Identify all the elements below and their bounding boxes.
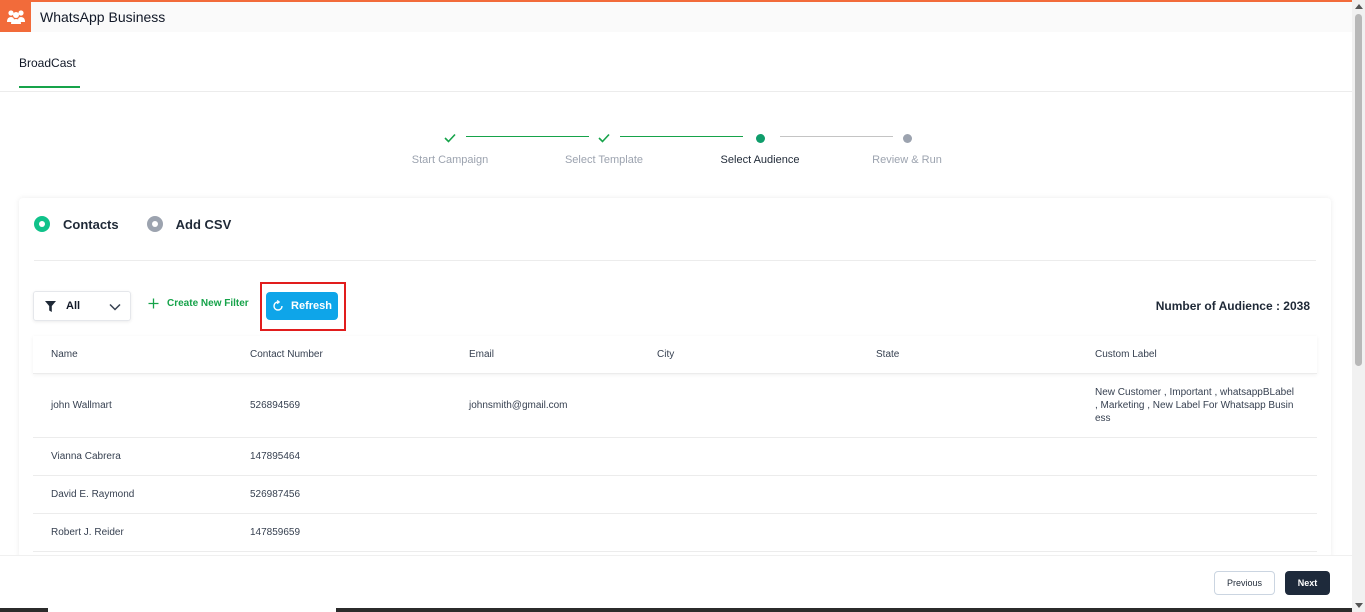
cell-contact-number: 147859659: [250, 527, 301, 538]
radio-contacts[interactable]: [34, 216, 50, 232]
step-label-select-template: Select Template: [564, 154, 644, 166]
taskbar-strip: [0, 608, 1352, 612]
step-label-review-run: Review & Run: [872, 154, 942, 166]
step-connector: [466, 136, 589, 137]
refresh-label: Refresh: [291, 300, 332, 312]
cell-contact-number: 526987456: [250, 489, 301, 500]
cell-contact-number: 147895464: [250, 451, 301, 462]
table-row[interactable]: Vianna Cabrera 147895464: [33, 438, 1317, 476]
step-label-select-audience: Select Audience: [720, 154, 800, 166]
step-connector: [620, 136, 743, 137]
column-header-email: Email: [469, 349, 495, 360]
audience-source-options: Contacts Add CSV: [34, 216, 231, 232]
step-label-start-campaign: Start Campaign: [411, 154, 489, 166]
cell-email: johnsmith@gmail.com: [469, 400, 568, 411]
tab-broadcast[interactable]: BroadCast: [19, 56, 76, 70]
page-scrollbar[interactable]: [1352, 0, 1365, 612]
cell-contact-number: 526894569: [250, 400, 301, 411]
filter-icon: [45, 300, 56, 312]
app-header: WhatsApp Business: [0, 2, 1352, 32]
section-divider: [34, 260, 1316, 261]
radio-label-add-csv[interactable]: Add CSV: [176, 217, 232, 232]
table-row[interactable]: Robert J. Reider 147859659: [33, 514, 1317, 552]
filter-select-value: All: [66, 300, 81, 312]
radio-label-contacts[interactable]: Contacts: [63, 217, 119, 232]
table-row[interactable]: john Wallmart 526894569 johnsmith@gmail.…: [33, 374, 1317, 438]
table-header-row: Name Contact Number Email City State Cus…: [33, 336, 1317, 374]
cell-name: David E. Raymond: [51, 489, 135, 500]
table-row[interactable]: David E. Raymond 526987456: [33, 476, 1317, 514]
step-connector: [780, 136, 893, 137]
next-button[interactable]: Next: [1285, 571, 1330, 595]
plus-icon: [148, 298, 159, 309]
step-current-dot-icon: [754, 132, 766, 144]
radio-add-csv[interactable]: [146, 216, 163, 232]
app-title: WhatsApp Business: [40, 9, 166, 25]
campaign-stepper: Start Campaign Select Template Select Au…: [405, 128, 955, 168]
footer-actions: Previous Next: [0, 555, 1352, 612]
step-done-check-icon: [598, 132, 610, 144]
step-done-check-icon: [444, 132, 456, 144]
active-tab-indicator: [19, 86, 80, 88]
scroll-down-icon[interactable]: [1355, 603, 1363, 608]
tab-bar: BroadCast: [0, 32, 1352, 92]
step-pending-dot-icon: [901, 132, 913, 144]
cell-name: john Wallmart: [51, 400, 112, 411]
create-filter-label: Create New Filter: [167, 298, 249, 309]
column-header-custom-label: Custom Label: [1095, 349, 1157, 360]
cell-name: Robert J. Reider: [51, 527, 124, 538]
contacts-table: Name Contact Number Email City State Cus…: [33, 336, 1317, 552]
filter-select[interactable]: All: [33, 291, 131, 321]
refresh-icon: [273, 300, 283, 311]
chevron-down-icon: [109, 303, 121, 311]
previous-button[interactable]: Previous: [1214, 571, 1275, 595]
create-new-filter-button[interactable]: Create New Filter: [148, 298, 249, 309]
column-header-contact-number: Contact Number: [250, 349, 323, 360]
column-header-city: City: [657, 349, 675, 360]
cell-custom-label: New Customer , Important , whatsappBLabe…: [1095, 387, 1294, 424]
audience-card: Contacts Add CSV All Create New Filter R…: [19, 198, 1331, 558]
cell-name: Vianna Cabrera: [51, 451, 121, 462]
scroll-up-icon[interactable]: [1355, 4, 1363, 9]
refresh-button[interactable]: Refresh: [266, 292, 338, 320]
scrollbar-thumb[interactable]: [1355, 14, 1362, 366]
audience-count: Number of Audience : 2038: [1155, 299, 1310, 313]
column-header-state: State: [876, 349, 900, 360]
users-icon: [0, 2, 31, 32]
column-header-name: Name: [51, 349, 78, 360]
